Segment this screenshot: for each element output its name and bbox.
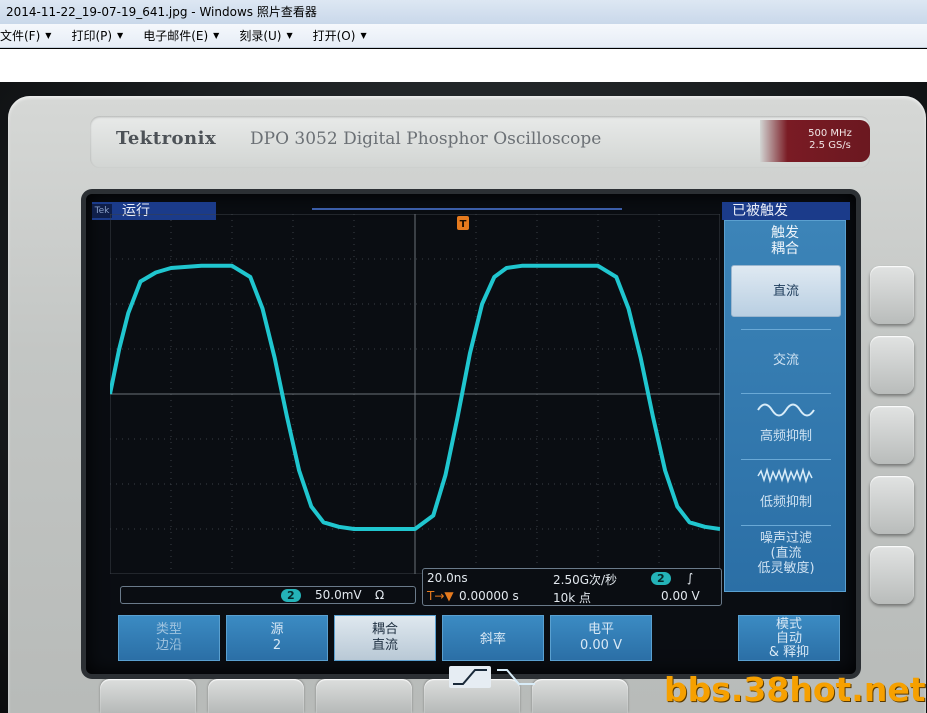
trigger-channel-badge: 2 xyxy=(651,572,671,585)
trigger-status: 已被触发 xyxy=(722,202,850,220)
sample-rate: 2.50G次/秒 xyxy=(553,573,618,587)
brand-logo: Tektronix xyxy=(116,128,217,149)
graticule-grid xyxy=(110,214,720,574)
menu-bar: 文件(F) ▼ 打印(P) ▼ 电子邮件(E) ▼ 刻录(U) ▼ 打开(O) … xyxy=(0,24,927,48)
spec-badge: 500 MHz 2.5 GS/s xyxy=(760,120,870,162)
chevron-down-icon: ▼ xyxy=(213,31,220,40)
bottom-button-3[interactable] xyxy=(316,679,412,713)
chevron-down-icon: ▼ xyxy=(286,31,293,40)
record-view-bar xyxy=(312,208,622,210)
trigger-position-icon: T→▼ xyxy=(427,589,454,603)
slope-label: 斜率 xyxy=(479,632,506,647)
watermark: bbs.38hot.net xyxy=(664,670,926,709)
waveform-display: T 2 xyxy=(110,214,720,574)
chevron-down-icon: ▼ xyxy=(45,31,52,40)
divider xyxy=(741,525,831,526)
window-title: 2014-11-22_19-07-19_641.jpg - Windows 照片… xyxy=(0,0,927,24)
bottom-button-2[interactable] xyxy=(208,679,304,713)
volts-per-div: 50.0mV xyxy=(315,588,362,602)
bottom-button-5[interactable] xyxy=(532,679,628,713)
lf-reject-label: 低频抑制 xyxy=(759,495,812,510)
side-button-1[interactable] xyxy=(870,266,914,324)
coupling-option-dc[interactable]: 直流 xyxy=(731,265,841,317)
divider xyxy=(741,393,831,394)
menu-print-label: 打印(P) xyxy=(71,29,113,43)
menu-source[interactable]: 源 2 xyxy=(226,615,328,661)
trigger-level: 0.00 V xyxy=(661,589,700,603)
menu-burn[interactable]: 刻录(U) ▼ xyxy=(229,27,302,44)
menu-file[interactable]: 文件(F) ▼ xyxy=(0,27,61,44)
menu-burn-label: 刻录(U) xyxy=(239,29,282,43)
noisy-wave-icon xyxy=(757,467,813,484)
menu-mode-holdoff[interactable]: 模式 自动 & 释抑 xyxy=(738,615,840,661)
divider xyxy=(741,329,831,330)
horizontal-trigger-readout: 20.0ns 2.50G次/秒 2 ∫ T→▼ 0.00000 s 10k 点 … xyxy=(422,568,722,606)
menu-trigger-type[interactable]: 类型 边沿 xyxy=(118,615,220,661)
coupling-option-lf-reject[interactable]: 低频抑制 xyxy=(731,465,841,510)
chevron-down-icon: ▼ xyxy=(117,31,124,40)
hf-reject-label: 高频抑制 xyxy=(759,429,812,444)
side-button-4[interactable] xyxy=(870,476,914,534)
trigger-marker-label: T xyxy=(460,219,467,230)
coupling-option-ac[interactable]: 交流 xyxy=(731,349,841,368)
menu-coupling[interactable]: 耦合 直流 xyxy=(334,615,436,661)
trigger-position-value: 0.00000 s xyxy=(459,589,519,603)
bottom-soft-menu: 类型 边沿 源 2 耦合 直流 斜率 电平 0.00 V 模式 自动 & 释抑 xyxy=(118,607,842,688)
coupling-option-hf-reject[interactable]: 高频抑制 xyxy=(731,399,841,444)
brand-strip: Tektronix DPO 3052 Digital Phosphor Osci… xyxy=(90,116,870,168)
panel-title: 触发 耦合 xyxy=(771,225,799,257)
coupling-option-noise-reject[interactable]: 噪声过滤 (直流 低灵敏度) xyxy=(731,531,841,576)
model-name: DPO 3052 Digital Phosphor Oscilloscope xyxy=(250,129,602,149)
divider xyxy=(741,459,831,460)
menu-open-label: 打开(O) xyxy=(312,29,356,43)
spec-sample-rate: 2.5 GS/s xyxy=(809,140,851,151)
side-button-5[interactable] xyxy=(870,546,914,604)
falling-slope-icon xyxy=(497,669,535,685)
oscilloscope-screen: Tek 运行 已被触发 T 2 触发 耦合 直流 xyxy=(86,194,856,688)
menu-open[interactable]: 打开(O) ▼ xyxy=(303,27,377,44)
channel-readout: 2 50.0mV Ω xyxy=(120,586,416,604)
side-button-2[interactable] xyxy=(870,336,914,394)
photo-image: Tektronix DPO 3052 Digital Phosphor Osci… xyxy=(0,82,927,713)
trigger-position-marker: T xyxy=(457,216,469,230)
menu-file-label: 文件(F) xyxy=(0,29,41,43)
menu-email-label: 电子邮件(E) xyxy=(143,29,209,43)
side-button-3[interactable] xyxy=(870,406,914,464)
slope-icons xyxy=(449,666,535,688)
menu-email[interactable]: 电子邮件(E) ▼ xyxy=(133,27,229,44)
chevron-down-icon: ▼ xyxy=(360,31,367,40)
spec-bandwidth: 500 MHz xyxy=(808,128,852,139)
tek-badge: Tek xyxy=(92,204,112,218)
menu-print[interactable]: 打印(P) ▼ xyxy=(61,27,133,44)
bottom-button-1[interactable] xyxy=(100,679,196,713)
trigger-slope-icon: ∫ xyxy=(687,571,694,585)
sine-wave-icon xyxy=(757,403,815,417)
menu-level[interactable]: 电平 0.00 V xyxy=(550,615,652,661)
record-length: 10k 点 xyxy=(553,591,592,605)
channel-badge: 2 xyxy=(281,589,301,602)
menu-slope[interactable]: 斜率 xyxy=(442,615,544,688)
time-per-div: 20.0ns xyxy=(427,571,468,585)
viewer-toolbar-area xyxy=(0,49,927,82)
trigger-coupling-panel: 触发 耦合 直流 交流 高频抑制 低频抑制 噪声过滤 (直流 低灵敏度) xyxy=(724,220,846,592)
impedance-label: Ω xyxy=(375,588,385,602)
